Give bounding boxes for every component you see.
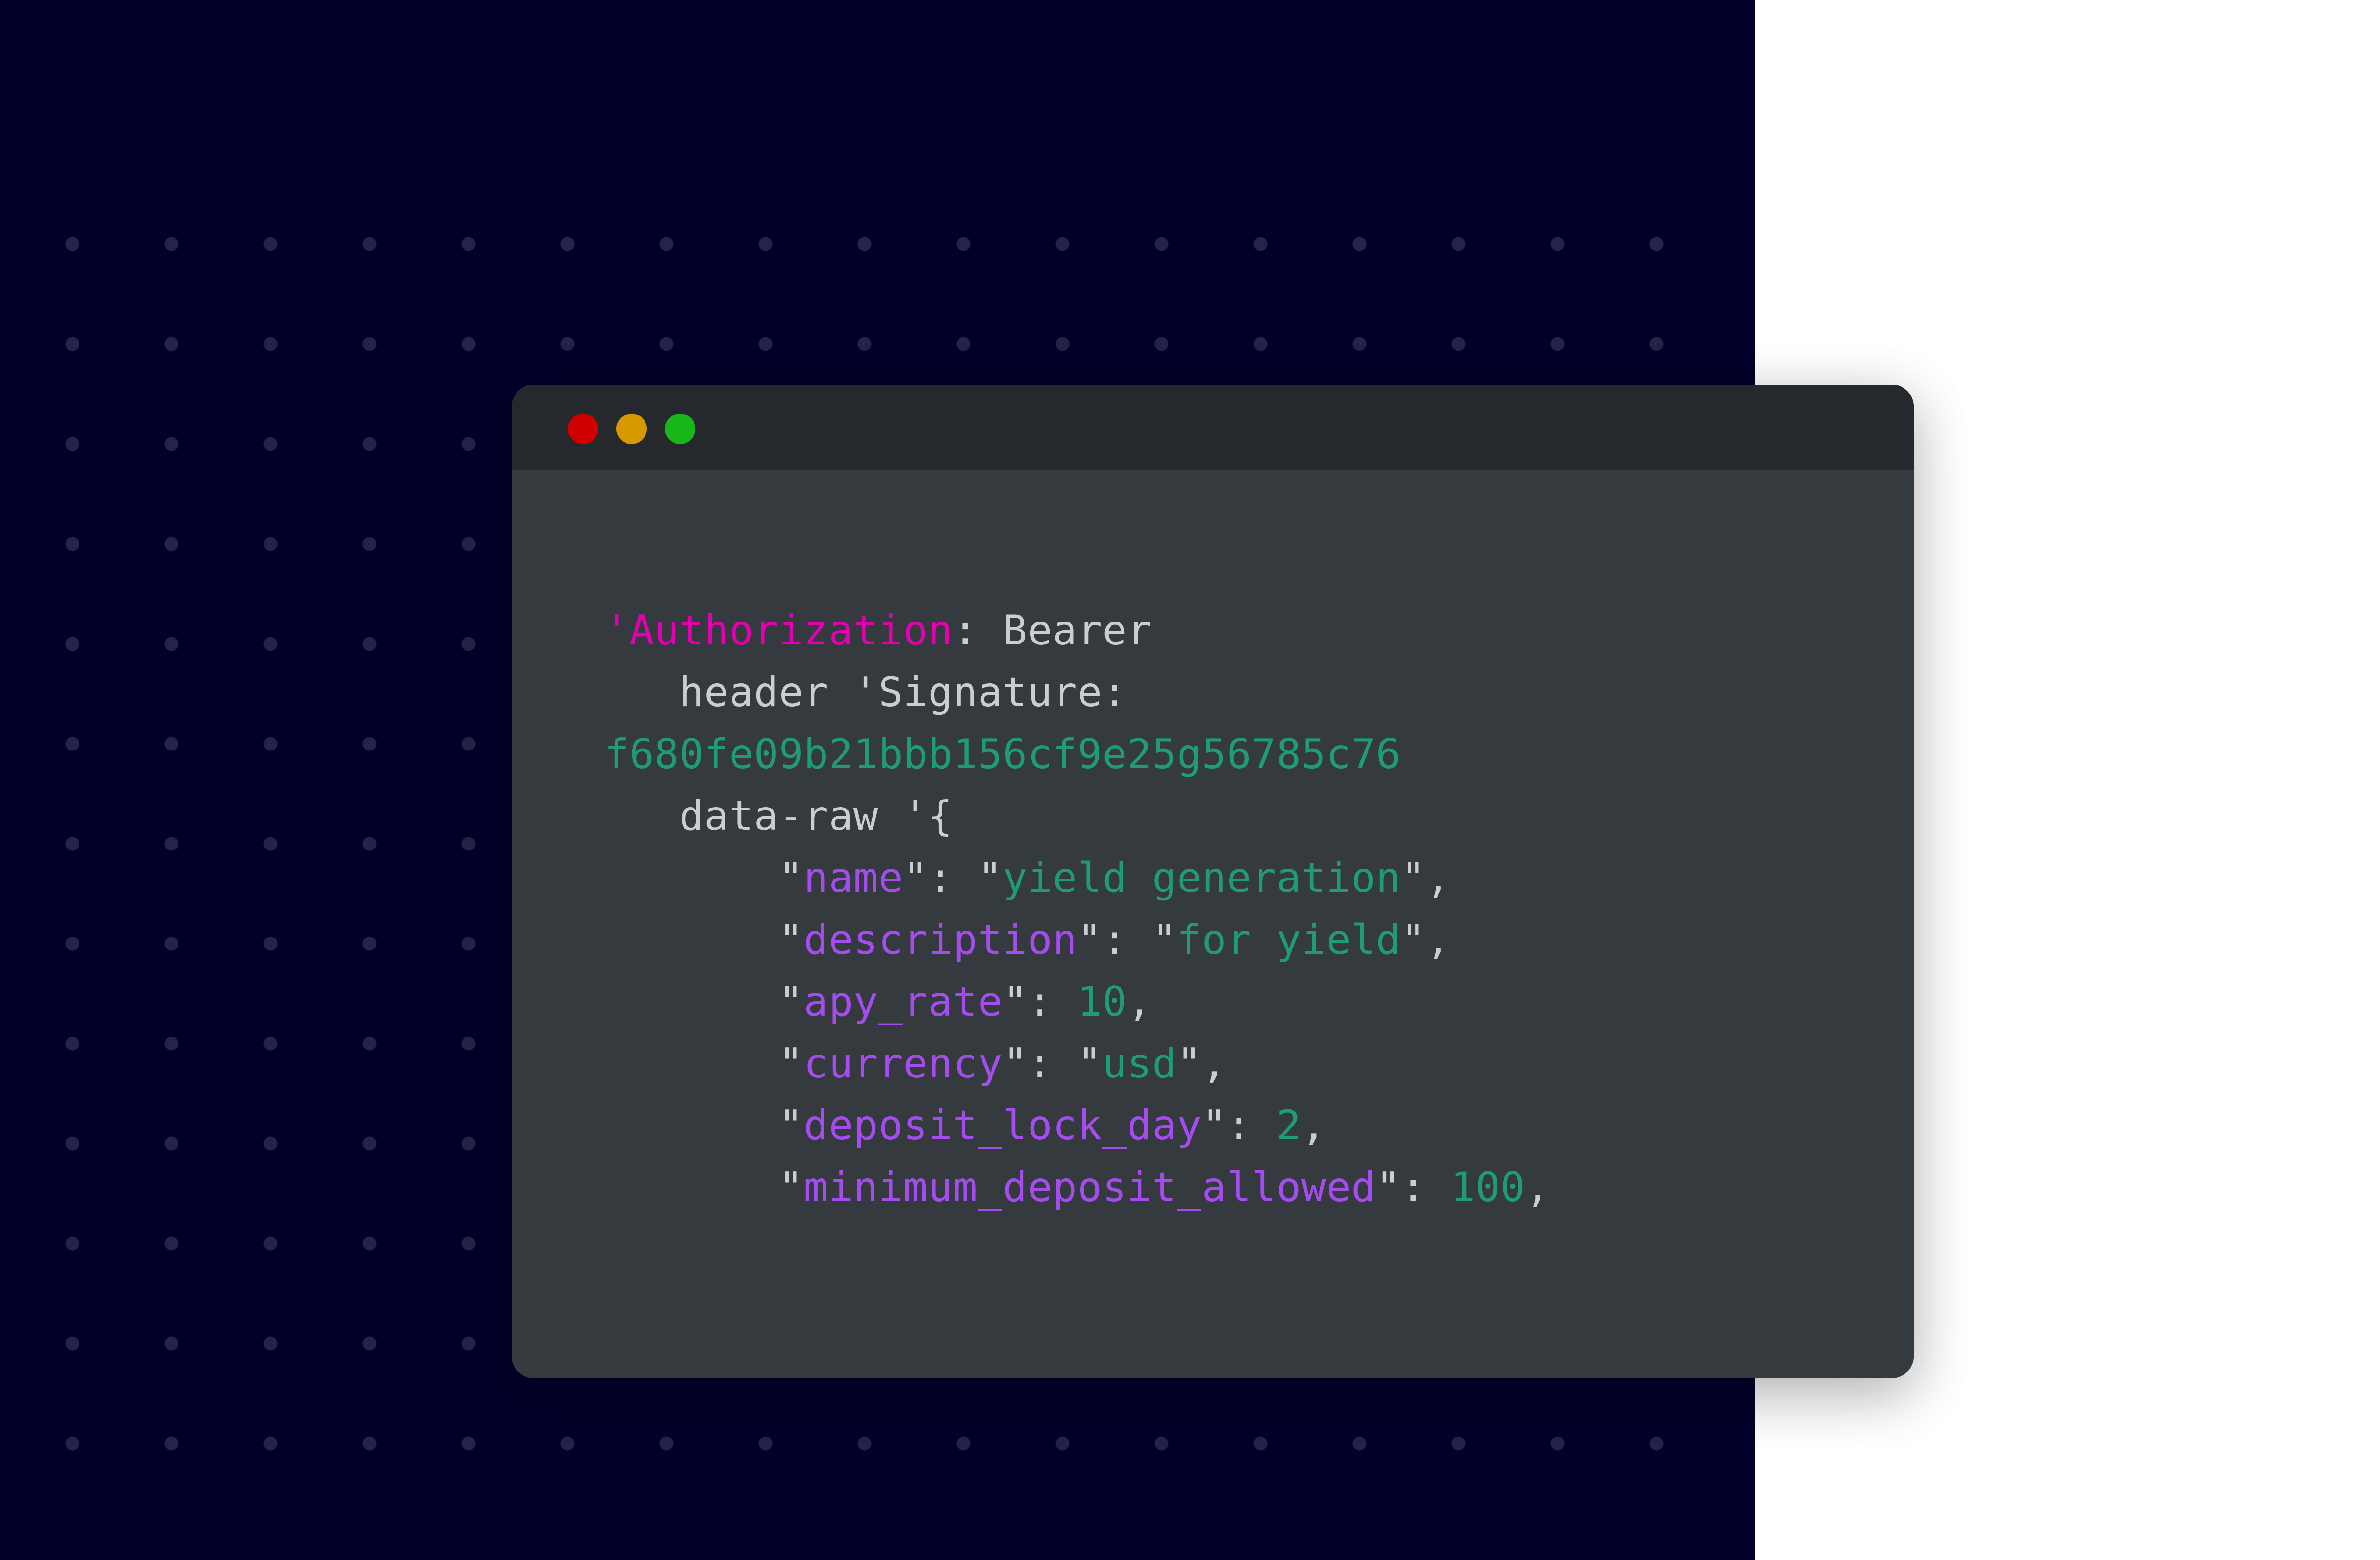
- code-token: ": [605, 1040, 804, 1087]
- code-token: ":: [1376, 1164, 1451, 1211]
- code-token: ": [605, 1164, 804, 1211]
- code-line-8: "currency": "usd",: [605, 1043, 1227, 1084]
- code-token: deposit_lock_day: [803, 1102, 1202, 1149]
- code-token: name: [803, 854, 903, 902]
- code-token: usd: [1102, 1040, 1177, 1087]
- code-line-4: data-raw '{: [605, 796, 953, 837]
- maximize-icon[interactable]: [665, 414, 695, 444]
- code-token: ": [605, 854, 804, 902]
- code-line-7: "apy_rate": 10,: [605, 981, 1152, 1022]
- code-token: ": [605, 978, 804, 1026]
- code-token: f680fe09b21bbb156cf9e25g56785c76: [605, 731, 1401, 778]
- code-token: ": ": [1077, 916, 1177, 964]
- code-token: ": [605, 916, 804, 964]
- code-token: for yield: [1177, 916, 1401, 964]
- window-titlebar: [512, 385, 1914, 470]
- code-token: currency: [803, 1040, 1003, 1087]
- code-token: ,: [1525, 1164, 1550, 1211]
- code-token: data-raw '{: [605, 792, 953, 840]
- code-token: : Bearer: [952, 607, 1152, 654]
- close-icon[interactable]: [568, 414, 598, 444]
- code-token: ",: [1400, 854, 1451, 902]
- code-token: ,: [1301, 1102, 1327, 1149]
- code-line-3: f680fe09b21bbb156cf9e25g56785c76: [605, 734, 1401, 775]
- code-token: yield generation: [1002, 854, 1401, 902]
- code-line-1: 'Authorization: Bearer: [605, 610, 1152, 651]
- code-line-5: "name": "yield generation",: [605, 858, 1450, 898]
- minimize-icon[interactable]: [616, 414, 647, 444]
- code-line-10: "minimum_deposit_allowed": 100,: [605, 1167, 1550, 1208]
- code-token: ":: [1201, 1102, 1277, 1149]
- code-line-2: header 'Signature:: [605, 672, 1127, 713]
- code-token: description: [803, 916, 1078, 964]
- code-token: 2: [1276, 1102, 1301, 1149]
- code-token: ",: [1177, 1040, 1227, 1087]
- code-token: header 'Signature:: [605, 669, 1127, 716]
- code-token: ":: [1002, 978, 1078, 1026]
- code-token: ,: [1127, 978, 1152, 1026]
- code-token: ": ": [903, 854, 1003, 902]
- code-window: 'Authorization: Bearer header 'Signature…: [512, 385, 1914, 1378]
- code-token: apy_rate: [803, 978, 1003, 1026]
- code-token: 100: [1450, 1164, 1526, 1211]
- code-panel: 'Authorization: Bearer header 'Signature…: [512, 470, 1914, 1378]
- code-token: ",: [1400, 916, 1451, 964]
- code-line-9: "deposit_lock_day": 2,: [605, 1105, 1326, 1146]
- code-line-6: "description": "for yield",: [605, 919, 1450, 960]
- code-token: minimum_deposit_allowed: [803, 1164, 1376, 1211]
- screenshot-scene: 'Authorization: Bearer header 'Signature…: [0, 0, 2380, 1560]
- code-token: ": ": [1002, 1040, 1102, 1087]
- window-controls: [568, 414, 695, 444]
- code-token: ": [605, 1102, 804, 1149]
- code-token: 'Authorization: [605, 607, 953, 654]
- code-token: 10: [1077, 978, 1127, 1026]
